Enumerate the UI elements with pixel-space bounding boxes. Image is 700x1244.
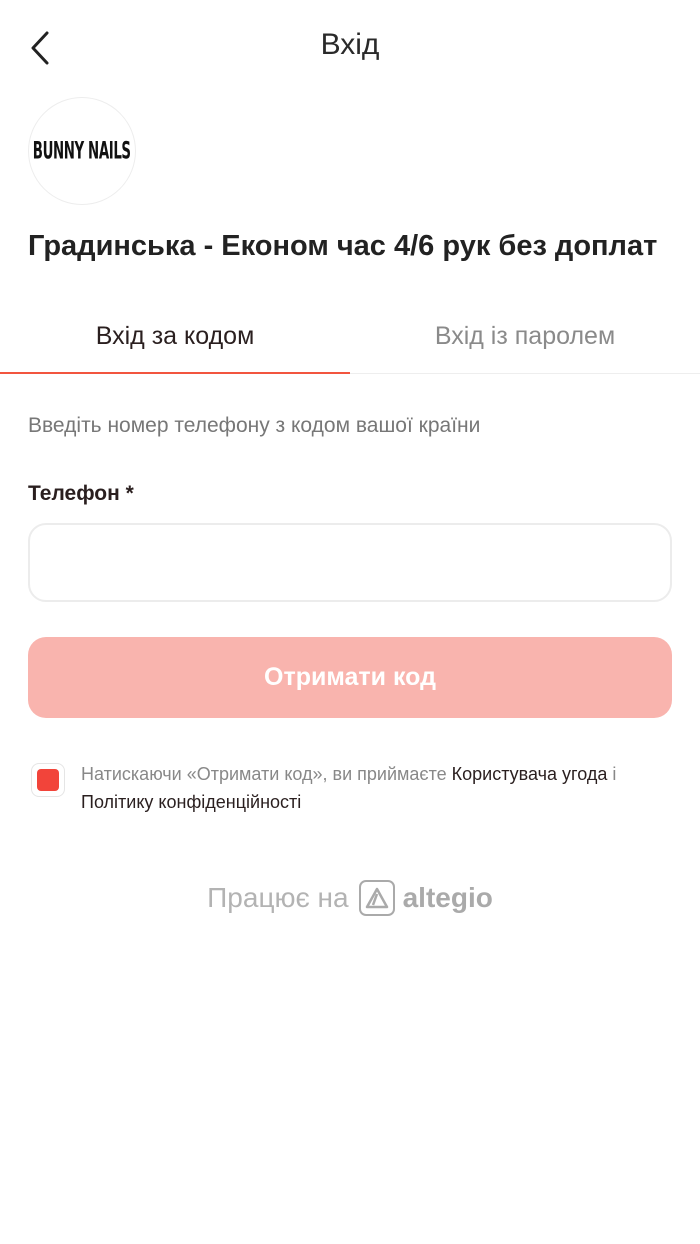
salon-logo: BUNNY NAILS — [28, 97, 136, 205]
terms-link[interactable]: Користувача угода — [452, 764, 608, 784]
tab-code-login[interactable]: Вхід за кодом — [0, 300, 350, 374]
altegio-brand[interactable]: altegio — [358, 880, 493, 916]
phone-hint: Введіть номер телефону з кодом вашої кра… — [28, 414, 481, 437]
powered-by-label: Працює на — [207, 882, 349, 913]
login-tabs: Вхід за кодом Вхід із паролем — [0, 300, 700, 374]
powered-by: Працює на altegio — [0, 880, 700, 916]
logo-text: BUNNY NAILS — [33, 137, 131, 165]
header: Вхід — [0, 0, 700, 96]
phone-input[interactable] — [28, 523, 672, 602]
privacy-link[interactable]: Політику конфіденційності — [81, 792, 301, 812]
consent-checkbox[interactable] — [31, 763, 65, 797]
consent-prefix: Натискаючи «Отримати код», ви приймаєте — [81, 764, 452, 784]
consent-text: Натискаючи «Отримати код», ви приймаєте … — [81, 760, 678, 816]
get-code-button[interactable]: Отримати код — [28, 637, 672, 718]
consent-block: Натискаючи «Отримати код», ви приймаєте … — [28, 760, 678, 816]
checkbox-checked-indicator — [37, 769, 59, 791]
altegio-logo-icon — [358, 880, 395, 916]
phone-label: Телефон * — [28, 482, 134, 505]
service-title: Градинська - Економ час 4/6 рук без допл… — [28, 230, 658, 262]
brand-name: altegio — [402, 882, 493, 913]
tab-password-login[interactable]: Вхід із паролем — [350, 300, 700, 373]
page-title: Вхід — [320, 28, 380, 61]
consent-conjunction: і — [607, 764, 617, 784]
login-page: Вхід BUNNY NAILS Градинська - Економ час… — [0, 0, 700, 1244]
